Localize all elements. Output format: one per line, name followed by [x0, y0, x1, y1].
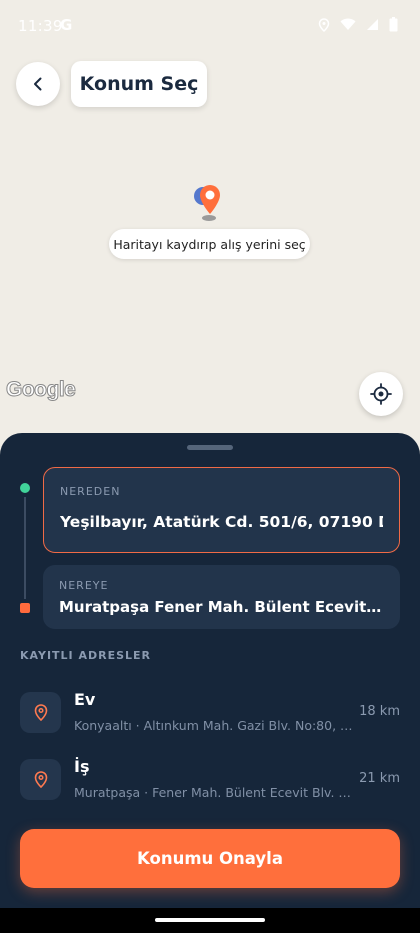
- drag-handle[interactable]: [187, 445, 233, 450]
- map-hint: Haritayı kaydırıp alış yerini seç: [109, 229, 310, 259]
- my-location-button[interactable]: [359, 372, 403, 416]
- status-icons: [318, 17, 398, 32]
- origin-value[interactable]: Yeşilbayır, Atatürk Cd. 501/6, 07190 Döş…: [60, 513, 383, 531]
- address-icon-box: [20, 692, 61, 733]
- system-nav-bar: [0, 908, 420, 933]
- address-distance: 18 km: [359, 704, 400, 719]
- saved-addresses-title: KAYITLI ADRESLER: [20, 649, 152, 662]
- chevron-left-icon: [34, 77, 42, 91]
- address-distance: 21 km: [359, 771, 400, 786]
- map-pin-icon: [194, 185, 220, 221]
- home-gesture-bar[interactable]: [155, 918, 265, 922]
- crosshair-icon: [370, 383, 392, 405]
- status-bar: 11:39 G: [0, 0, 420, 56]
- location-status-icon: [318, 17, 330, 32]
- saved-address-work[interactable]: İş Muratpaşa · Fener Mah. Bülent Ecevit …: [20, 757, 400, 803]
- signal-icon: [367, 19, 378, 30]
- status-time: 11:39: [18, 17, 63, 35]
- google-notification-icon: G: [60, 16, 73, 34]
- destination-square: [20, 603, 30, 613]
- google-logo: Google: [5, 378, 76, 402]
- address-icon-box: [20, 759, 61, 800]
- origin-label: NEREDEN: [60, 485, 121, 498]
- bottom-sheet: NEREDEN Yeşilbayır, Atatürk Cd. 501/6, 0…: [0, 433, 420, 933]
- origin-dot: [20, 483, 30, 493]
- battery-icon: [389, 17, 398, 32]
- destination-label: NEREYE: [59, 579, 109, 592]
- route-connector: [24, 497, 26, 599]
- location-pin-icon: [34, 704, 47, 721]
- destination-value[interactable]: Muratpaşa Fener Mah. Bülent Ecevit Blv. …: [59, 598, 384, 616]
- address-name: İş: [74, 757, 90, 776]
- saved-address-home[interactable]: Ev Konyaaltı · Altınkum Mah. Gazi Blv. N…: [20, 690, 400, 736]
- confirm-location-button[interactable]: Konumu Onayla: [20, 829, 400, 888]
- back-button[interactable]: [16, 62, 60, 106]
- wifi-icon: [340, 18, 356, 30]
- destination-field[interactable]: NEREYE Muratpaşa Fener Mah. Bülent Ecevi…: [43, 565, 400, 629]
- origin-field[interactable]: NEREDEN Yeşilbayır, Atatürk Cd. 501/6, 0…: [43, 467, 400, 553]
- location-pin-icon: [34, 771, 47, 788]
- page-title: Konum Seç: [71, 61, 207, 107]
- address-name: Ev: [74, 690, 96, 709]
- address-detail: Muratpaşa · Fener Mah. Bülent Ecevit Blv…: [74, 785, 354, 800]
- address-detail: Konyaaltı · Altınkum Mah. Gazi Blv. No:8…: [74, 718, 354, 733]
